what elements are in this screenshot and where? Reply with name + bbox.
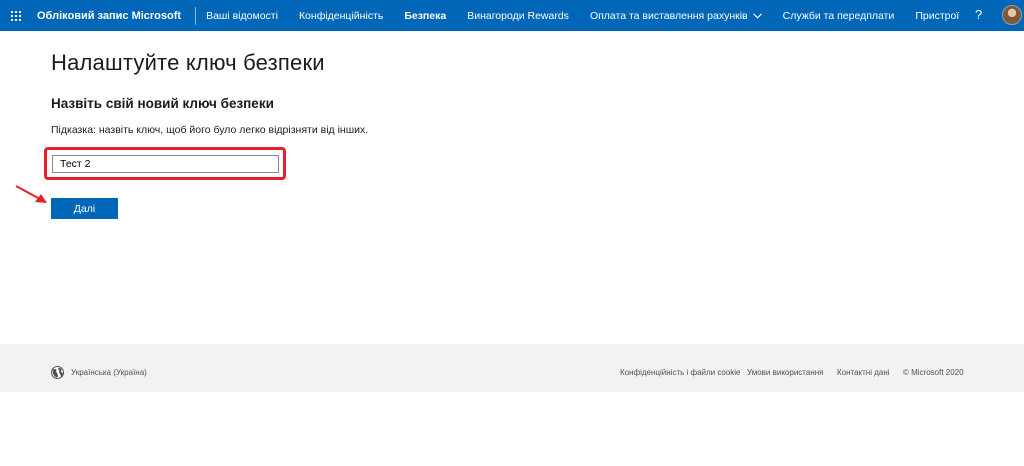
nav-devices[interactable]: Пристрої <box>915 10 959 22</box>
help-icon[interactable]: ? <box>975 7 982 22</box>
footer-link-privacy-cookies[interactable]: Конфіденційність і файли cookie <box>620 368 740 377</box>
top-navigation-bar: Обліковий запис Microsoft Ваші відомості… <box>0 0 1024 31</box>
globe-icon <box>51 366 64 379</box>
chevron-down-icon <box>752 12 762 19</box>
nav-privacy[interactable]: Конфіденційність <box>299 10 383 22</box>
main-nav: Ваші відомості Конфіденційність Безпека … <box>206 0 980 31</box>
hint-text: Підказка: назвіть ключ, щоб його було ле… <box>51 124 369 136</box>
nav-rewards[interactable]: Винагороди Rewards <box>467 10 569 22</box>
footer-link-terms[interactable]: Умови використання <box>747 368 823 377</box>
key-name-input[interactable] <box>52 155 279 173</box>
footer-copyright: © Microsoft 2020 <box>903 368 964 377</box>
waffle-icon[interactable] <box>11 10 21 21</box>
page-subtitle: Назвіть свій новий ключ безпеки <box>51 96 274 111</box>
arrow-annotation-icon <box>15 185 47 203</box>
avatar[interactable] <box>1002 5 1022 25</box>
nav-payment-billing-label: Оплата та виставлення рахунків <box>589 9 748 22</box>
footer-link-contact[interactable]: Контактні дані <box>837 368 890 377</box>
header-divider <box>195 6 197 25</box>
nav-security[interactable]: Безпека <box>404 10 446 22</box>
page-title: Налаштуйте ключ безпеки <box>51 50 325 75</box>
nav-payment-billing[interactable]: Оплата та виставлення рахунків <box>590 10 762 22</box>
nav-your-info[interactable]: Ваші відомості <box>206 10 278 22</box>
nav-services-subscriptions[interactable]: Служби та передплати <box>783 10 895 22</box>
brand-title[interactable]: Обліковий запис Microsoft <box>37 10 181 22</box>
locale-selector[interactable]: Українська (Україна) <box>71 368 147 377</box>
next-button[interactable]: Далі <box>51 198 118 219</box>
